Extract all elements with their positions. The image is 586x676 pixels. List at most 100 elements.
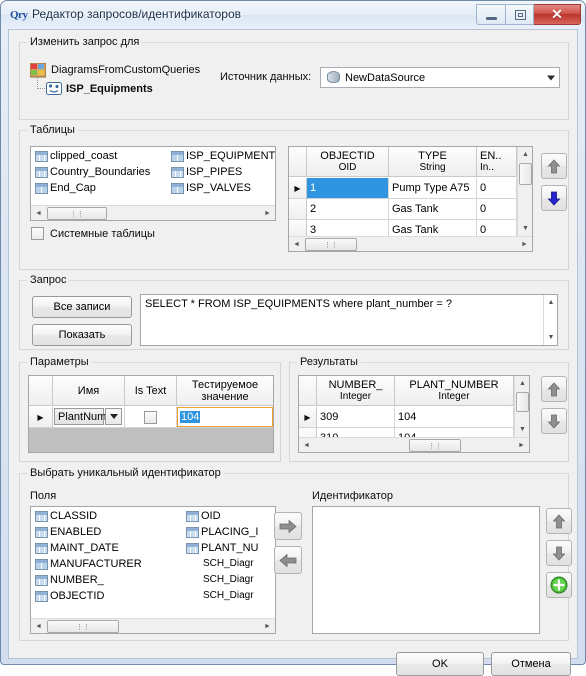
hscroll-thumb[interactable]: ⋮⋮ (409, 439, 461, 452)
parameter-istext-cell[interactable] (125, 407, 177, 427)
results-move-up-button[interactable] (541, 376, 567, 402)
list-item[interactable]: PLACING_I (186, 526, 258, 538)
cell[interactable]: 1 (307, 178, 389, 198)
row-selector[interactable]: ▶ (299, 407, 317, 427)
scroll-down-icon[interactable]: ▼ (544, 330, 557, 345)
cell[interactable]: 104 (395, 407, 514, 427)
identifier-move-down-button[interactable] (546, 540, 572, 566)
minimize-button[interactable] (476, 4, 505, 25)
sql-textarea[interactable]: SELECT * FROM ISP_EQUIPMENTS where plant… (140, 294, 558, 346)
tables-move-down-button[interactable] (541, 185, 567, 211)
list-item[interactable]: SCH_Diagr (203, 574, 254, 585)
scroll-left-icon[interactable]: ◄ (299, 438, 314, 452)
preview-grid-hscrollbar[interactable]: ◄ ⋮⋮ ► (289, 236, 532, 251)
list-item[interactable]: MAINT_DATE (35, 542, 119, 554)
cancel-button[interactable]: Отмена (491, 652, 571, 676)
scroll-down-icon[interactable]: ▼ (515, 422, 529, 437)
preview-grid-vscrollbar[interactable]: ▲ ▼ (517, 147, 532, 236)
scroll-right-icon[interactable]: ► (514, 438, 529, 452)
row-selector[interactable] (289, 199, 307, 219)
test-value-editor[interactable]: 104 (177, 407, 273, 427)
tables-listbox[interactable]: clipped_coast Country_Boundaries End_Cap… (30, 146, 276, 221)
scroll-up-icon[interactable]: ▲ (515, 376, 529, 391)
list-item[interactable]: ISP_PIPES (171, 166, 242, 178)
cell[interactable]: 309 (317, 407, 395, 427)
list-item[interactable]: ISP_VALVES (171, 182, 251, 194)
results-vscrollbar[interactable]: ▲ ▼ (514, 376, 529, 437)
scroll-down-icon[interactable]: ▼ (518, 221, 532, 236)
parameter-row[interactable]: ▶ PlantNum 104 (29, 407, 273, 428)
move-left-button[interactable] (274, 546, 302, 574)
column-header[interactable]: Тестируемое значение (177, 376, 273, 406)
all-records-button[interactable]: Все записи (32, 296, 132, 318)
fields-listbox-hscrollbar[interactable]: ◄ ⋮⋮ ► (31, 618, 275, 633)
cell[interactable]: 0 (477, 178, 517, 198)
scroll-left-icon[interactable]: ◄ (31, 619, 46, 633)
move-right-button[interactable] (274, 512, 302, 540)
identifier-add-button[interactable] (546, 572, 572, 598)
identifier-listbox[interactable] (312, 506, 540, 634)
hscroll-thumb[interactable]: ⋮⋮ (47, 620, 119, 633)
cell[interactable]: Gas Tank (389, 199, 477, 219)
list-item[interactable]: PLANT_NU (186, 542, 258, 554)
vscroll-thumb[interactable] (516, 392, 529, 412)
sql-vscrollbar[interactable]: ▲ ▼ (543, 295, 557, 345)
parameter-name-value[interactable]: PlantNum (54, 408, 106, 425)
scroll-right-icon[interactable]: ► (517, 237, 532, 251)
list-item[interactable]: End_Cap (35, 182, 96, 194)
identifier-move-up-button[interactable] (546, 508, 572, 534)
is-text-checkbox[interactable] (144, 410, 157, 424)
scroll-left-icon[interactable]: ◄ (31, 206, 46, 220)
results-move-down-button[interactable] (541, 408, 567, 434)
tables-preview-grid[interactable]: OBJECTID OID TYPE String EN.. In.. ▶ 1 P… (288, 146, 533, 252)
list-item[interactable]: NUMBER_ (35, 574, 104, 586)
tables-move-up-button[interactable] (541, 153, 567, 179)
system-tables-checkbox[interactable] (31, 227, 44, 240)
cell[interactable]: 2 (307, 199, 389, 219)
list-item[interactable]: CLASSID (35, 510, 97, 522)
row-selector[interactable]: ▶ (289, 178, 307, 198)
fields-listbox[interactable]: CLASSID ENABLED MAINT_DATE MANUFACTURER … (30, 506, 276, 634)
list-item[interactable]: MANUFACTURER (35, 558, 142, 570)
column-header[interactable]: Is Text (125, 376, 177, 406)
row-selector[interactable]: ▶ (29, 407, 53, 427)
hscroll-thumb[interactable]: ⋮⋮ (47, 207, 107, 220)
hscroll-thumb[interactable]: ⋮⋮ (305, 238, 357, 251)
column-header[interactable]: EN.. In.. (477, 147, 517, 177)
results-hscrollbar[interactable]: ◄ ⋮⋮ ► (299, 437, 529, 452)
results-grid[interactable]: NUMBER_ Integer PLANT_NUMBER Integer ▶ 3… (298, 375, 530, 453)
scroll-right-icon[interactable]: ► (260, 206, 275, 220)
tables-listbox-hscrollbar[interactable]: ◄ ⋮⋮ ► (31, 205, 275, 220)
parameter-testvalue-cell[interactable]: 104 (177, 407, 273, 427)
list-item[interactable]: OBJECTID (35, 590, 104, 602)
list-item[interactable]: ISP_EQUIPMENTS (171, 150, 275, 162)
list-item[interactable]: SCH_Diagr (203, 558, 254, 569)
list-item[interactable]: OID (186, 510, 221, 522)
close-button[interactable]: ✕ (534, 4, 581, 25)
vscroll-thumb[interactable] (519, 163, 532, 185)
column-header[interactable]: PLANT_NUMBER Integer (395, 376, 514, 406)
list-item[interactable]: SCH_Diagr (203, 590, 254, 601)
column-header[interactable]: TYPE String (389, 147, 477, 177)
ok-button[interactable]: OK (396, 652, 484, 676)
scroll-right-icon[interactable]: ► (260, 619, 275, 633)
table-row[interactable]: ▶ 1 Pump Type A75 0 (289, 178, 517, 199)
column-header[interactable]: Имя (53, 376, 125, 406)
scroll-left-icon[interactable]: ◄ (289, 237, 304, 251)
scroll-up-icon[interactable]: ▲ (544, 295, 557, 310)
tree-child-label[interactable]: ISP_Equipments (66, 83, 153, 95)
datasource-combo[interactable]: NewDataSource (320, 67, 560, 88)
list-item[interactable]: ENABLED (35, 526, 101, 538)
column-header[interactable]: NUMBER_ Integer (317, 376, 395, 406)
scroll-up-icon[interactable]: ▲ (518, 147, 532, 162)
table-row[interactable]: 2 Gas Tank 0 (289, 199, 517, 220)
tree-parent-label[interactable]: DiagramsFromCustomQueries (51, 64, 200, 76)
maximize-button[interactable] (505, 4, 534, 25)
cell[interactable]: Pump Type A75 (389, 178, 477, 198)
parameters-grid[interactable]: Имя Is Text Тестируемое значение ▶ Plant… (28, 375, 274, 453)
list-item[interactable]: Country_Boundaries (35, 166, 150, 178)
table-row[interactable]: ▶ 309 104 (299, 407, 514, 428)
show-button[interactable]: Показать (32, 324, 132, 346)
parameter-name-dropdown-button[interactable] (105, 408, 122, 425)
list-item[interactable]: clipped_coast (35, 150, 117, 162)
